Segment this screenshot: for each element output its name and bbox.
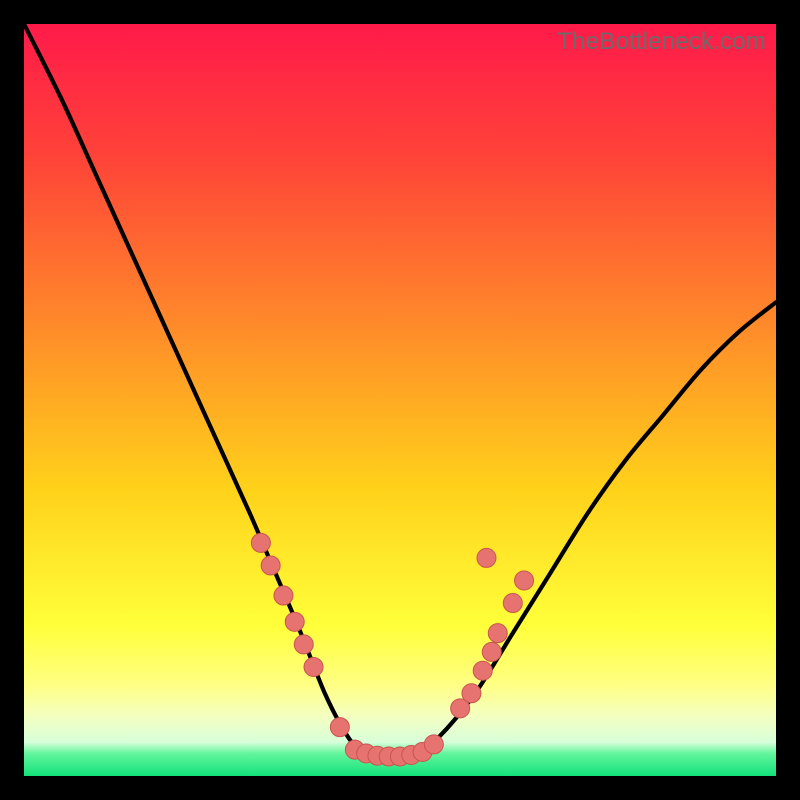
sample-dot bbox=[473, 661, 492, 680]
sample-dot bbox=[488, 624, 507, 643]
bottleneck-curve bbox=[24, 24, 776, 758]
sample-dot bbox=[330, 718, 349, 737]
sample-dot bbox=[503, 594, 522, 613]
sample-dot bbox=[285, 612, 304, 631]
sample-dot bbox=[482, 642, 501, 661]
dots-layer bbox=[251, 533, 533, 766]
chart-svg bbox=[24, 24, 776, 776]
plot-area: TheBottleneck.com bbox=[24, 24, 776, 776]
outer-frame: TheBottleneck.com bbox=[0, 0, 800, 800]
sample-dot bbox=[477, 548, 496, 567]
sample-dot bbox=[261, 556, 280, 575]
sample-dot bbox=[274, 586, 293, 605]
curve-layer bbox=[24, 24, 776, 758]
sample-dot bbox=[251, 533, 270, 552]
sample-dot bbox=[424, 735, 443, 754]
sample-dot bbox=[515, 571, 534, 590]
sample-dot bbox=[462, 684, 481, 703]
sample-dot bbox=[294, 635, 313, 654]
sample-dot bbox=[304, 657, 323, 676]
watermark-text: TheBottleneck.com bbox=[557, 28, 766, 56]
